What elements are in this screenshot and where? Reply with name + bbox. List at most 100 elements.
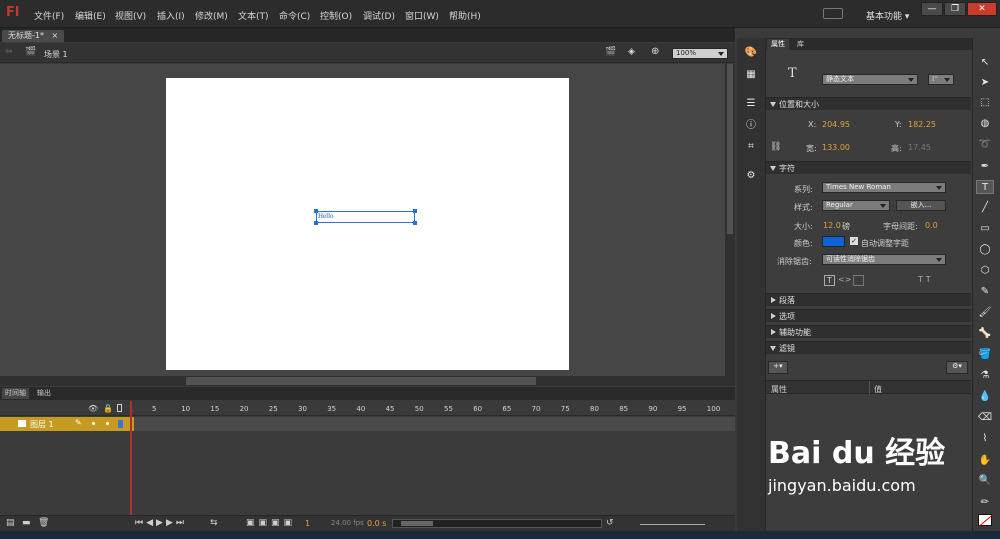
section-paragraph[interactable]: 段落	[766, 293, 971, 306]
add-filter-button[interactable]: +▾	[768, 361, 788, 374]
menu-file[interactable]: 文件(F)	[34, 9, 64, 22]
x-value[interactable]: 204.95	[822, 120, 850, 129]
zoom-slider[interactable]	[640, 524, 705, 525]
auto-kern-checkbox[interactable]: ✓	[850, 237, 858, 245]
text-direction-select[interactable]: ⁞⁼	[928, 74, 954, 85]
rectangle-tool-icon[interactable]: ▭	[976, 222, 994, 236]
center-stage-icon[interactable]: ⊕	[651, 46, 659, 57]
restore-button[interactable]: ❐	[944, 2, 966, 16]
edit-scene-icon[interactable]: 🎬	[605, 47, 616, 57]
lock-dot[interactable]	[106, 422, 109, 425]
tab-library[interactable]: 库	[793, 39, 808, 50]
sync-icon[interactable]	[823, 8, 843, 19]
zoom-select[interactable]: 100%	[672, 48, 728, 59]
tab-output[interactable]: 输出	[34, 388, 54, 399]
eraser-tool-icon[interactable]: ⌫	[976, 411, 994, 425]
bone-tool-icon[interactable]: 🦴	[976, 327, 994, 341]
swatches-icon[interactable]: ▦	[743, 68, 759, 82]
menu-edit[interactable]: 编辑(E)	[75, 9, 106, 22]
subselection-tool-icon[interactable]: ➤	[976, 76, 994, 90]
section-character[interactable]: 字符	[766, 161, 971, 174]
stage-text-field[interactable]: Hello	[314, 209, 417, 225]
polystar-tool-icon[interactable]: ⬡	[976, 264, 994, 278]
pencil-tool-icon[interactable]: ✎	[976, 285, 994, 299]
handle-top-left[interactable]	[314, 209, 318, 213]
frame-number[interactable]: 5	[152, 405, 156, 413]
rewind-icon[interactable]: ↺	[606, 518, 614, 528]
font-style-select[interactable]: Regular	[822, 200, 890, 211]
embed-button[interactable]: 嵌入...	[896, 200, 946, 211]
stroke-color-icon[interactable]: ✏	[976, 496, 994, 510]
font-size-value[interactable]: 12.0	[823, 221, 841, 230]
frame-number[interactable]: 80	[590, 405, 599, 413]
motion-presets-icon[interactable]: ⚙	[743, 169, 759, 183]
filter-options-button[interactable]: ⚙▾	[946, 361, 968, 374]
handle-bottom-left[interactable]	[314, 221, 318, 225]
onion-skin-icons[interactable]: ▣▣▣▣	[246, 518, 296, 528]
frame-number[interactable]: 85	[619, 405, 628, 413]
width-value[interactable]: 133.00	[822, 143, 850, 152]
visible-dot[interactable]	[92, 422, 95, 425]
align-icon[interactable]: ☰	[743, 97, 759, 111]
handle-bottom-right[interactable]	[413, 221, 417, 225]
outline-icon[interactable]	[117, 404, 122, 412]
close-button[interactable]: ✕	[967, 2, 997, 16]
frame-number[interactable]: 95	[678, 405, 687, 413]
html-render-icon[interactable]: <>	[838, 275, 851, 284]
outline-color-swatch[interactable]	[118, 420, 123, 428]
new-layer-icon[interactable]: ▤	[6, 518, 15, 528]
antialias-select[interactable]: 可读性消除锯齿	[822, 254, 946, 265]
text-color-swatch[interactable]	[822, 236, 845, 247]
frame-number[interactable]: 30	[298, 405, 307, 413]
pen-tool-icon[interactable]: ✒	[976, 160, 994, 174]
y-value[interactable]: 182.25	[908, 120, 936, 129]
frame-number[interactable]: 60	[473, 405, 482, 413]
menu-help[interactable]: 帮助(H)	[449, 9, 481, 22]
frame-number[interactable]: 15	[210, 405, 219, 413]
frame-number[interactable]: 75	[561, 405, 570, 413]
lasso-tool-icon[interactable]: ➰	[976, 138, 994, 152]
superscript-subscript-icons[interactable]: TT	[918, 275, 934, 284]
menu-modify[interactable]: 修改(M)	[195, 9, 228, 22]
width-tool-icon[interactable]: ⌇	[976, 432, 994, 446]
frame-number[interactable]: 25	[269, 405, 278, 413]
text-type-select[interactable]: 静态文本	[822, 74, 918, 85]
minimize-button[interactable]: —	[921, 2, 943, 16]
brush-tool-icon[interactable]: 🖌	[976, 306, 994, 320]
lock-icon[interactable]: 🔒	[103, 404, 113, 413]
document-tab[interactable]: 无标题-1* ×	[2, 30, 65, 42]
paint-bucket-tool-icon[interactable]: 🪣	[976, 348, 994, 362]
menu-text[interactable]: 文本(T)	[238, 9, 269, 22]
frame-rate[interactable]: 24.00 fps	[331, 519, 364, 527]
close-tab-icon[interactable]: ×	[52, 31, 59, 40]
frame-number[interactable]: 50	[415, 405, 424, 413]
new-folder-icon[interactable]: ▬	[22, 518, 31, 528]
frame-number[interactable]: 90	[648, 405, 657, 413]
vertical-scrollbar[interactable]	[725, 64, 735, 376]
menu-control[interactable]: 控制(O)	[320, 9, 352, 22]
menu-debug[interactable]: 调试(D)	[363, 9, 395, 22]
layer-name[interactable]: 图层 1	[30, 419, 54, 430]
edit-symbol-icon[interactable]: ◈	[628, 47, 635, 57]
frame-number[interactable]: 55	[444, 405, 453, 413]
frame-number[interactable]: 10	[181, 405, 190, 413]
section-filters[interactable]: 滤镜	[766, 341, 971, 354]
hand-tool-icon[interactable]: ✋	[976, 454, 994, 468]
delete-icon[interactable]: 🗑	[38, 518, 49, 528]
3d-rotation-tool-icon[interactable]: ◍	[976, 117, 994, 131]
ink-bottle-tool-icon[interactable]: ⚗	[976, 369, 994, 383]
stage[interactable]	[166, 78, 569, 370]
menu-window[interactable]: 窗口(W)	[405, 9, 439, 22]
layer-row[interactable]: 图层 1 ✎	[0, 417, 134, 431]
frame-number[interactable]: 65	[502, 405, 511, 413]
transform-icon[interactable]: ⌗	[743, 140, 759, 154]
back-arrow-icon[interactable]: ⇦	[5, 47, 13, 57]
frame-number[interactable]: 45	[386, 405, 395, 413]
frame-number[interactable]: 70	[532, 405, 541, 413]
frame-number[interactable]: 20	[240, 405, 249, 413]
tab-timeline[interactable]: 时间轴	[2, 388, 29, 399]
text-tool-button-icon[interactable]: T	[976, 180, 994, 194]
loop-icon[interactable]: ⇆	[210, 518, 218, 528]
menu-insert[interactable]: 插入(I)	[157, 9, 185, 22]
free-transform-tool-icon[interactable]: ⬚	[976, 96, 994, 110]
